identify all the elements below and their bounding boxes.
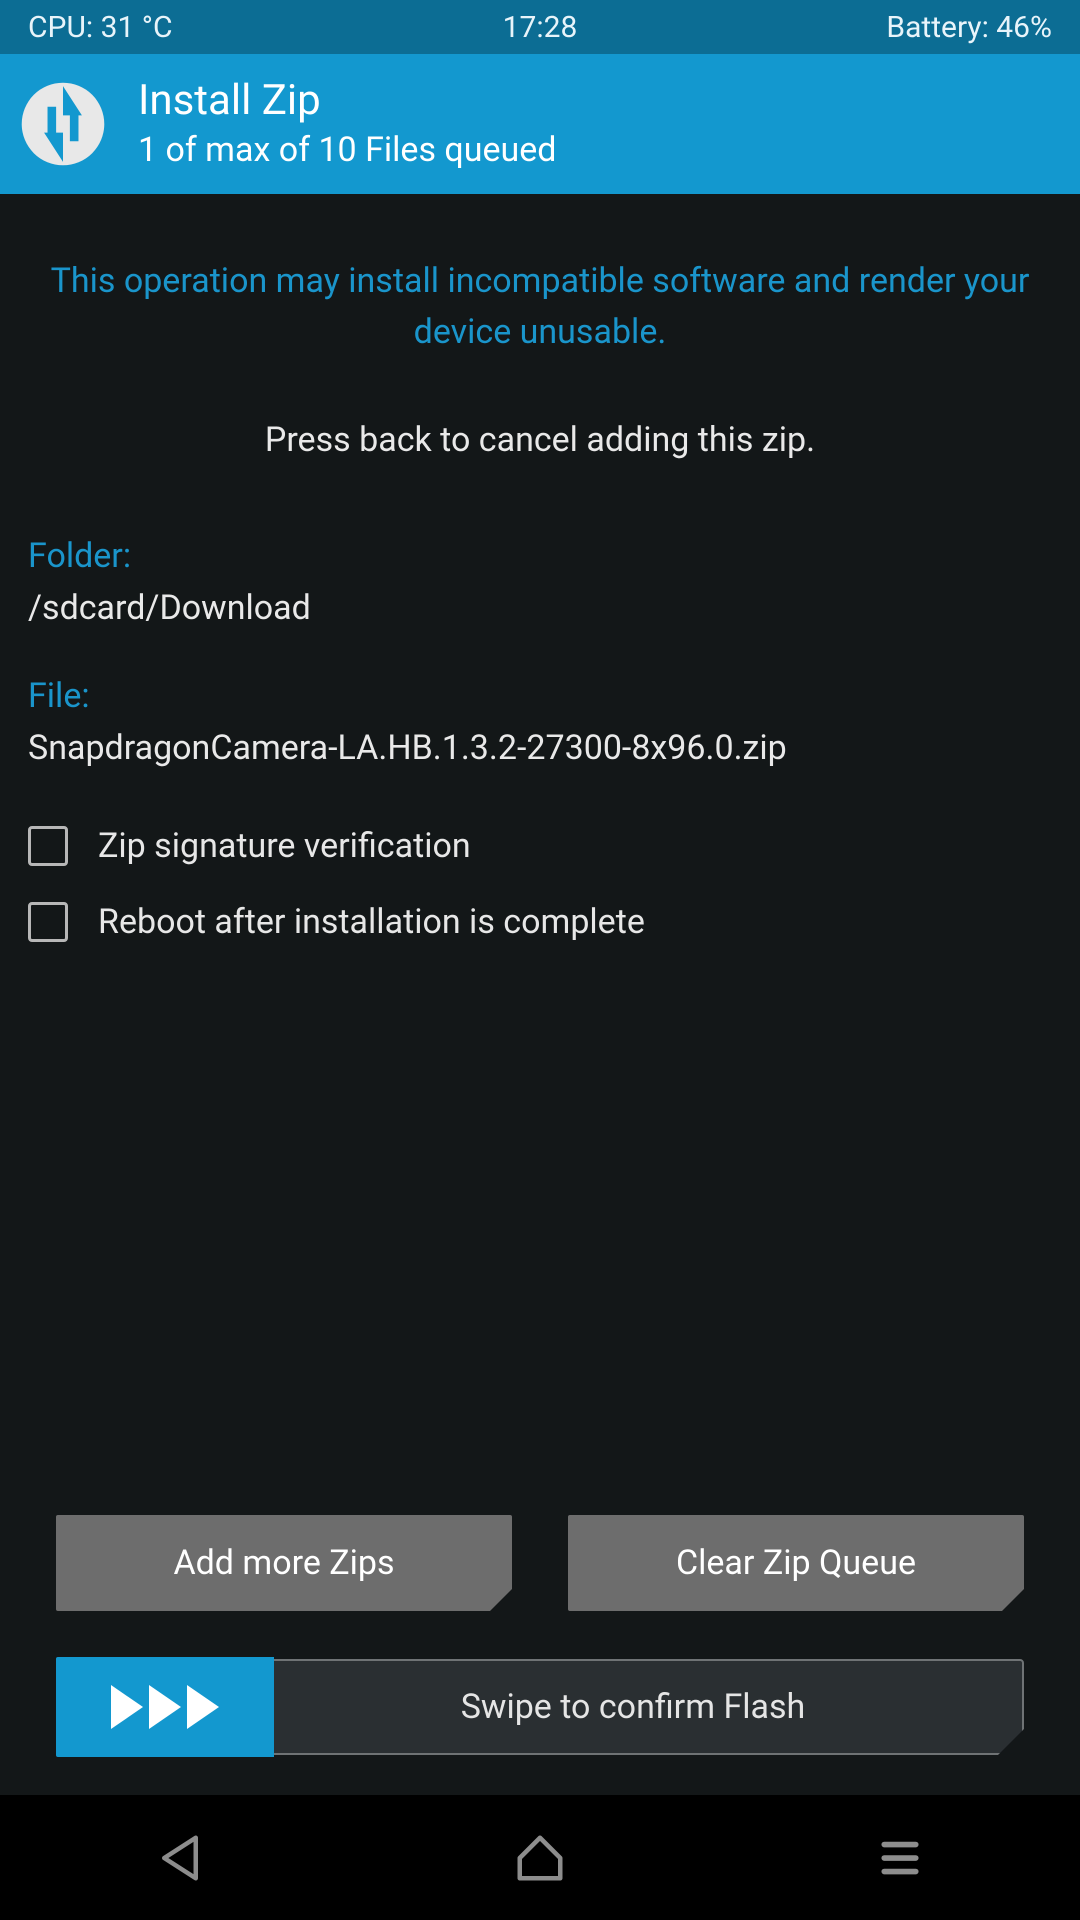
checkbox-icon [28, 902, 68, 942]
reboot-label: Reboot after installation is complete [98, 902, 645, 942]
cpu-temp: CPU: 31 °C [28, 10, 173, 45]
folder-value: /sdcard/Download [28, 588, 1052, 628]
main-content: This operation may install incompatible … [0, 194, 1080, 1795]
navigation-bar [0, 1795, 1080, 1920]
zip-signature-checkbox[interactable]: Zip signature verification [28, 826, 1052, 866]
clear-zip-queue-button[interactable]: Clear Zip Queue [568, 1515, 1024, 1611]
status-bar: CPU: 31 °C 17:28 Battery: 46% [0, 0, 1080, 54]
chevron-right-icon [149, 1685, 181, 1729]
instruction-text: Press back to cancel adding this zip. [28, 420, 1052, 460]
checkbox-icon [28, 826, 68, 866]
reboot-checkbox[interactable]: Reboot after installation is complete [28, 902, 1052, 942]
chevron-right-icon [111, 1685, 143, 1729]
twrp-logo-icon [20, 81, 106, 167]
page-subtitle: 1 of max of 10 Files queued [138, 130, 556, 170]
clear-zip-queue-label: Clear Zip Queue [676, 1543, 916, 1583]
warning-text: This operation may install incompatible … [28, 256, 1052, 358]
file-value: SnapdragonCamera-LA.HB.1.3.2-27300-8x96.… [28, 728, 1052, 768]
swipe-label: Swipe to confirm Flash [274, 1687, 1022, 1727]
back-button[interactable] [153, 1831, 207, 1885]
swipe-to-flash-slider[interactable]: Swipe to confirm Flash [56, 1659, 1024, 1755]
page-title: Install Zip [138, 78, 556, 124]
header: Install Zip 1 of max of 10 Files queued [0, 54, 1080, 194]
home-button[interactable] [513, 1831, 567, 1885]
folder-label: Folder: [28, 536, 1052, 576]
menu-button[interactable] [873, 1831, 927, 1885]
add-more-zips-label: Add more Zips [173, 1543, 394, 1583]
zip-signature-label: Zip signature verification [98, 826, 471, 866]
chevron-right-icon [187, 1685, 219, 1729]
file-label: File: [28, 676, 1052, 716]
add-more-zips-button[interactable]: Add more Zips [56, 1515, 512, 1611]
battery-level: Battery: 46% [886, 10, 1052, 45]
swipe-handle[interactable] [56, 1657, 274, 1757]
